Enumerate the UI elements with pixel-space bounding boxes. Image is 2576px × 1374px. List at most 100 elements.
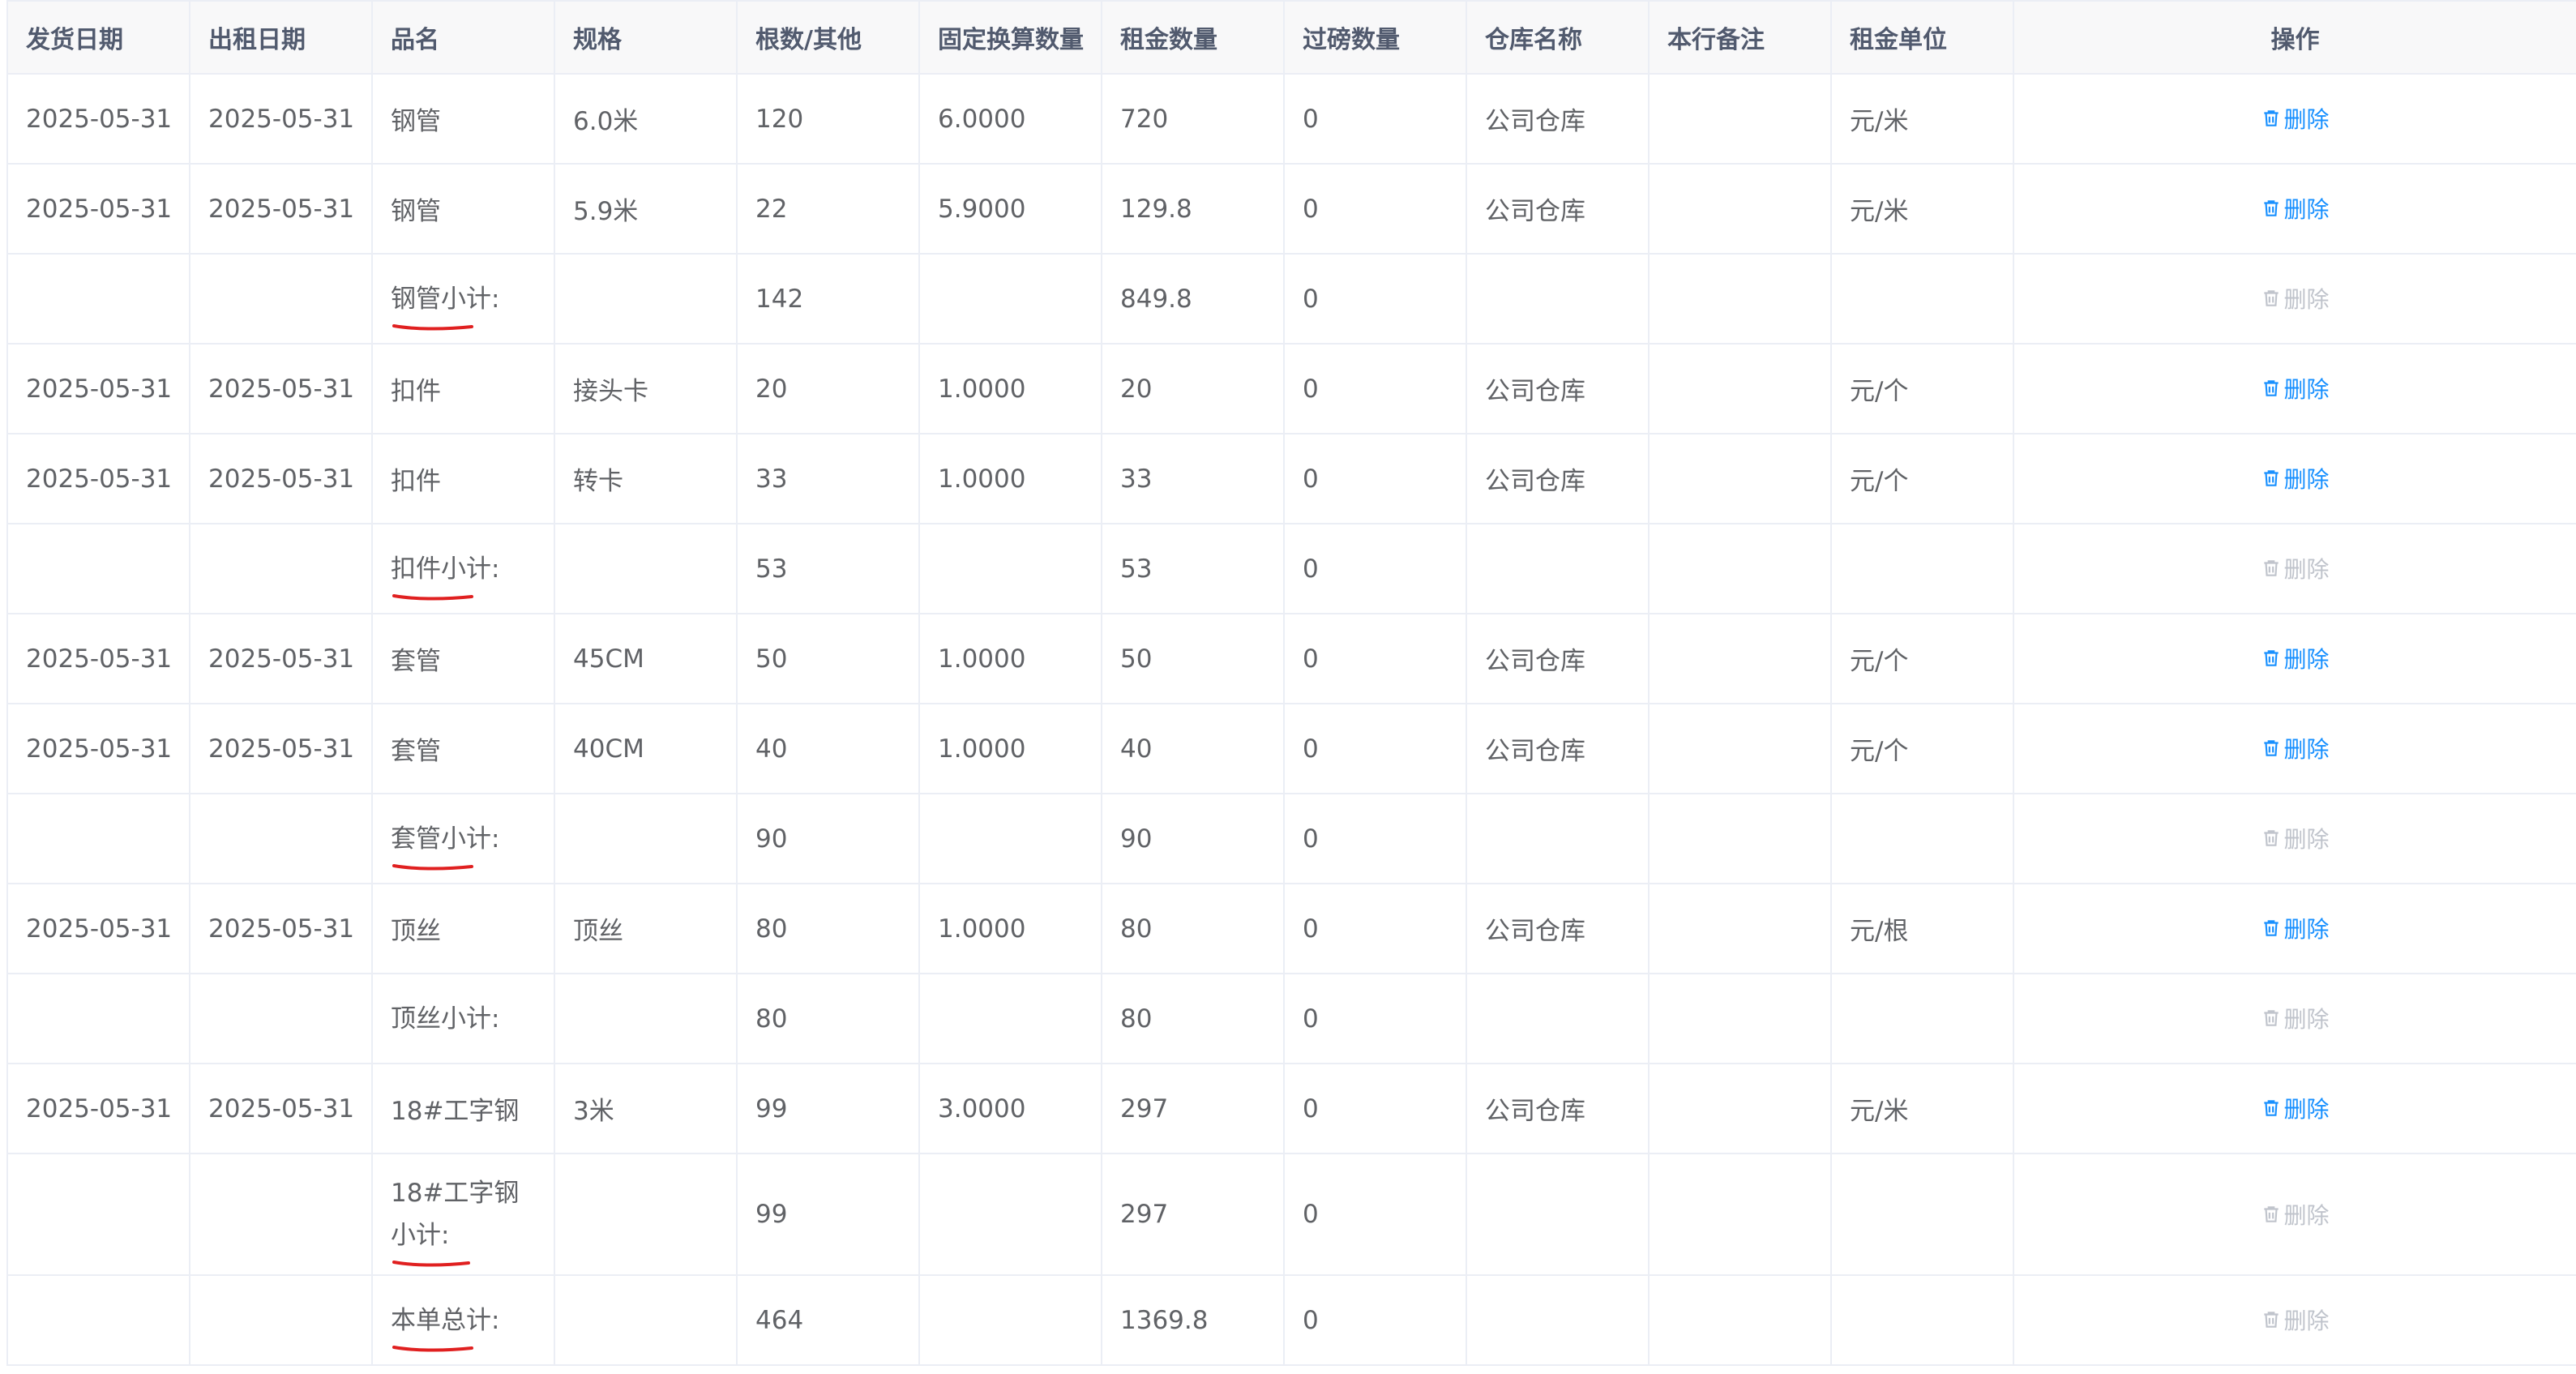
red-underline-annotation [392,1345,473,1352]
delete-label: 删除 [2283,286,2330,313]
cell-conversion-qty [918,253,1102,345]
cell-remark [1648,73,1832,165]
table-row: 2025-05-31 2025-05-31 钢管 5.9米 22 5.9000 129.8 0… [6,163,2576,255]
cell-product-name: 扣件 [371,343,555,434]
table-row: 2025-05-31 2025-05-31 18#工字钢 3米 99 3.0000 297 0… [6,1063,2576,1154]
cell-warehouse: 公司仓库 [1466,703,1650,794]
cell-rent-date [189,1153,373,1276]
cell-product-name: 套管小计: [371,793,555,884]
cell-product-name: 本单总计: [371,1274,555,1366]
delete-label: 删除 [2283,916,2330,943]
cell-weighed-qty: 0 [1283,1063,1467,1154]
cell-actions: 删除 [2013,343,2576,434]
delete-button: 删除 [2261,1002,2330,1034]
delete-label: 删除 [2283,646,2330,673]
cell-count: 80 [736,973,920,1064]
cell-spec [554,973,738,1064]
subtotal-row: 套管小计: 90 90 0 删除 [6,793,2576,884]
cell-actions: 删除 [2013,1063,2576,1154]
cell-conversion-qty: 1.0000 [918,343,1102,434]
delete-button[interactable]: 删除 [2261,192,2330,225]
trash-icon [2264,200,2279,216]
cell-rent-qty: 90 [1101,793,1285,884]
subtotal-label: 钢管小计: [391,284,500,314]
header-warehouse: 仓库名称 [1466,0,1650,75]
cell-warehouse [1466,253,1650,345]
cell-conversion-qty [918,1274,1102,1366]
delete-button[interactable]: 删除 [2261,732,2330,764]
trash-icon [2264,560,2279,576]
cell-spec [554,1274,738,1366]
delete-button[interactable]: 删除 [2261,372,2330,404]
cell-actions: 删除 [2013,973,2576,1064]
cell-conversion-qty: 5.9000 [918,163,1102,255]
cell-rent-date: 2025-05-31 [189,163,373,255]
cell-rent-date: 2025-05-31 [189,73,373,165]
cell-rent-date [189,1274,373,1366]
cell-rent-date: 2025-05-31 [189,1063,373,1154]
cell-spec: 6.0米 [554,73,738,165]
delete-button: 删除 [2261,822,2330,854]
cell-rent-date [189,973,373,1064]
cell-rent-unit: 元/个 [1830,343,2014,434]
delete-button[interactable]: 删除 [2261,462,2330,494]
cell-spec: 45CM [554,613,738,704]
cell-actions: 删除 [2013,73,2576,165]
cell-remark [1648,343,1832,434]
cell-rent-unit: 元/米 [1830,73,2014,165]
cell-weighed-qty: 0 [1283,253,1467,345]
cell-ship-date: 2025-05-31 [6,433,190,524]
cell-spec: 转卡 [554,433,738,524]
cell-rent-date: 2025-05-31 [189,883,373,974]
cell-remark [1648,613,1832,704]
cell-rent-qty: 40 [1101,703,1285,794]
cell-rent-date [189,523,373,614]
cell-count: 99 [736,1153,920,1276]
delete-button[interactable]: 删除 [2261,102,2330,135]
delete-label: 删除 [2283,376,2330,403]
trash-icon [2264,1312,2279,1328]
header-row: 发货日期 出租日期 品名 规格 根数/其他 固定换算数量 租金数量 过磅数量 仓… [6,0,2576,75]
cell-count: 99 [736,1063,920,1154]
cell-count: 464 [736,1274,920,1366]
subtotal-label: 套管小计: [391,824,500,854]
header-actions: 操作 [2013,0,2576,75]
cell-warehouse: 公司仓库 [1466,73,1650,165]
cell-rent-date [189,253,373,345]
subtotal-label: 顶丝小计: [391,1004,500,1034]
cell-product-name: 顶丝 [371,883,555,974]
cell-rent-qty: 849.8 [1101,253,1285,345]
cell-conversion-qty: 3.0000 [918,1063,1102,1154]
delete-label: 删除 [2283,556,2330,583]
red-underline-annotation [392,323,473,331]
trash-icon [2264,830,2279,846]
delete-button: 删除 [2261,1303,2330,1336]
cell-conversion-qty: 1.0000 [918,433,1102,524]
cell-spec: 3米 [554,1063,738,1154]
cell-rent-unit [1830,973,2014,1064]
cell-ship-date: 2025-05-31 [6,703,190,794]
header-count: 根数/其他 [736,0,920,75]
delete-label: 删除 [2283,1006,2330,1033]
delete-label: 删除 [2283,196,2330,223]
cell-remark [1648,883,1832,974]
cell-rent-date: 2025-05-31 [189,613,373,704]
cell-remark [1648,973,1832,1064]
trash-icon [2264,650,2279,666]
cell-count: 40 [736,703,920,794]
cell-weighed-qty: 0 [1283,433,1467,524]
delete-button[interactable]: 删除 [2261,642,2330,674]
cell-rent-qty: 129.8 [1101,163,1285,255]
delete-button[interactable]: 删除 [2261,912,2330,944]
trash-icon [2264,1010,2279,1026]
table-row: 2025-05-31 2025-05-31 扣件 转卡 33 1.0000 33 0 公司仓库元… [6,433,2576,524]
header-weighed-qty: 过磅数量 [1283,0,1467,75]
cell-remark [1648,703,1832,794]
cell-count: 90 [736,793,920,884]
trash-icon [2264,470,2279,486]
cell-warehouse: 公司仓库 [1466,613,1650,704]
cell-rent-unit: 元/个 [1830,433,2014,524]
delete-button[interactable]: 删除 [2261,1092,2330,1124]
cell-product-name: 扣件 [371,433,555,524]
trash-icon [2264,1100,2279,1116]
